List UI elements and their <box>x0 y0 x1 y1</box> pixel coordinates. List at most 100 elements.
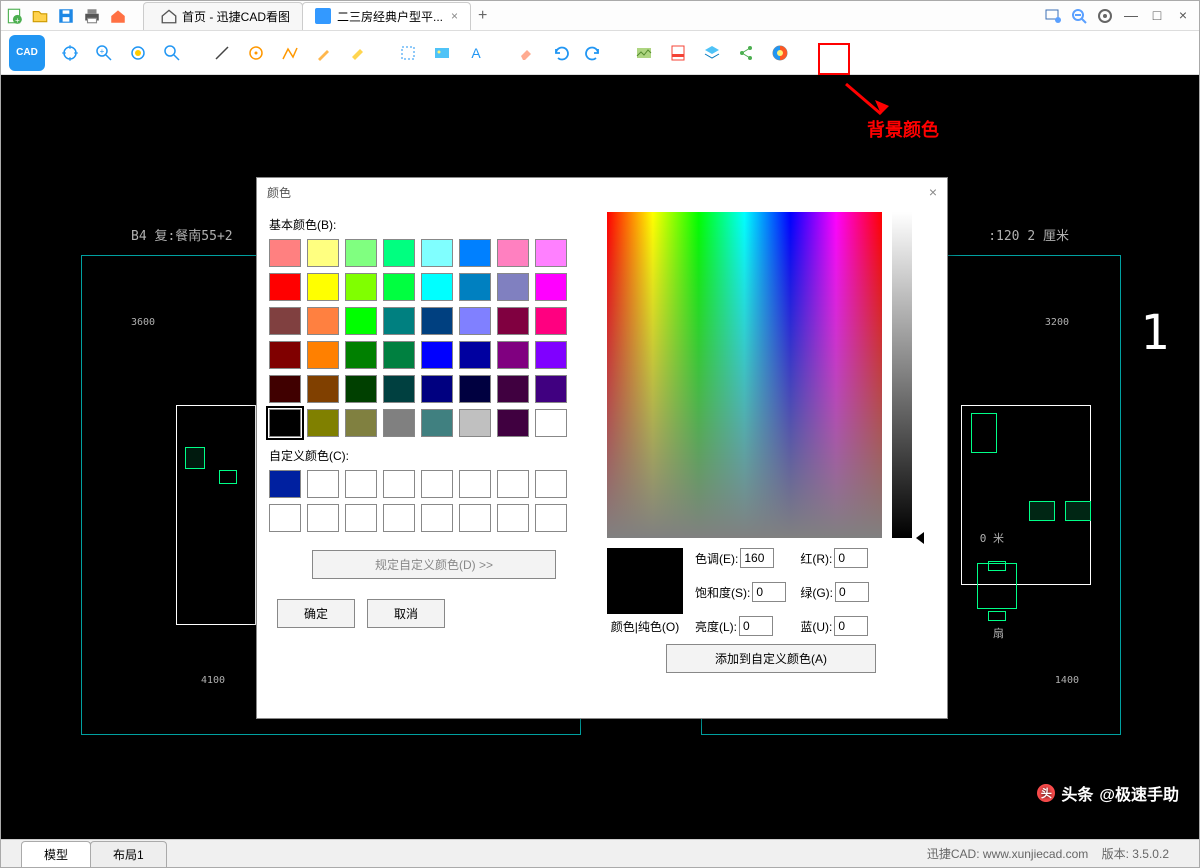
basic-swatch[interactable] <box>421 341 453 369</box>
basic-swatch[interactable] <box>269 341 301 369</box>
basic-swatch[interactable] <box>421 239 453 267</box>
basic-swatch[interactable] <box>307 375 339 403</box>
basic-swatch[interactable] <box>459 375 491 403</box>
basic-swatch[interactable] <box>535 409 567 437</box>
basic-swatch[interactable] <box>345 239 377 267</box>
line-tool-icon[interactable] <box>209 40 235 66</box>
basic-swatch[interactable] <box>535 375 567 403</box>
basic-swatch[interactable] <box>459 409 491 437</box>
sat-input[interactable] <box>752 582 786 602</box>
basic-swatch[interactable] <box>383 273 415 301</box>
basic-swatch[interactable] <box>535 307 567 335</box>
basic-swatch[interactable] <box>345 375 377 403</box>
basic-swatch[interactable] <box>307 409 339 437</box>
luminance-slider[interactable] <box>892 212 912 538</box>
custom-swatch[interactable] <box>307 504 339 532</box>
hue-input[interactable] <box>740 548 774 568</box>
bg-color-icon[interactable] <box>767 40 793 66</box>
export-pdf-icon[interactable] <box>665 40 691 66</box>
dialog-close-icon[interactable]: × <box>929 184 937 200</box>
basic-swatch[interactable] <box>345 409 377 437</box>
basic-swatch[interactable] <box>269 239 301 267</box>
save-icon[interactable] <box>57 7 75 25</box>
tab-home[interactable]: 首页 - 迅捷CAD看图 <box>143 2 303 30</box>
basic-swatch[interactable] <box>383 239 415 267</box>
custom-swatch[interactable] <box>421 504 453 532</box>
layers-icon[interactable] <box>699 40 725 66</box>
monitor-icon[interactable] <box>1045 8 1061 24</box>
basic-swatch[interactable] <box>459 239 491 267</box>
basic-swatch[interactable] <box>421 409 453 437</box>
settings-icon[interactable] <box>1097 8 1113 24</box>
basic-swatch[interactable] <box>345 341 377 369</box>
basic-swatch[interactable] <box>421 307 453 335</box>
basic-swatch[interactable] <box>345 273 377 301</box>
custom-swatch[interactable] <box>535 504 567 532</box>
custom-swatch[interactable] <box>459 504 491 532</box>
pan-tool-icon[interactable] <box>57 40 83 66</box>
green-input[interactable] <box>835 582 869 602</box>
basic-swatch[interactable] <box>421 375 453 403</box>
custom-swatch[interactable] <box>383 470 415 498</box>
circle-measure-icon[interactable] <box>243 40 269 66</box>
basic-swatch[interactable] <box>497 341 529 369</box>
basic-swatch[interactable] <box>383 341 415 369</box>
export-image-icon[interactable] <box>631 40 657 66</box>
lum-input[interactable] <box>739 616 773 636</box>
brush-tool-icon[interactable] <box>311 40 337 66</box>
custom-swatch[interactable] <box>535 470 567 498</box>
layout1-tab[interactable]: 布局1 <box>90 841 167 867</box>
basic-swatch[interactable] <box>269 273 301 301</box>
basic-swatch[interactable] <box>383 409 415 437</box>
zoom-extent-icon[interactable] <box>125 40 151 66</box>
basic-swatch[interactable] <box>459 307 491 335</box>
basic-swatch[interactable] <box>307 273 339 301</box>
add-to-custom-button[interactable]: 添加到自定义颜色(A) <box>666 644 876 673</box>
basic-swatch[interactable] <box>497 409 529 437</box>
basic-swatch[interactable] <box>421 273 453 301</box>
basic-swatch[interactable] <box>307 341 339 369</box>
basic-swatch[interactable] <box>497 375 529 403</box>
minimize-button[interactable]: — <box>1123 8 1139 24</box>
basic-swatch[interactable] <box>307 307 339 335</box>
basic-swatch[interactable] <box>307 239 339 267</box>
basic-swatch[interactable] <box>269 307 301 335</box>
model-tab[interactable]: 模型 <box>21 841 91 867</box>
basic-swatch[interactable] <box>497 273 529 301</box>
custom-swatch[interactable] <box>269 470 301 498</box>
home-pic-icon[interactable] <box>109 7 127 25</box>
basic-swatch[interactable] <box>535 239 567 267</box>
tab-close-icon[interactable]: × <box>451 9 458 23</box>
custom-swatch[interactable] <box>421 470 453 498</box>
text-tool-icon[interactable]: A <box>463 40 489 66</box>
custom-swatch[interactable] <box>269 504 301 532</box>
basic-swatch[interactable] <box>497 239 529 267</box>
highlight-tool-icon[interactable] <box>345 40 371 66</box>
zoom-out-icon[interactable] <box>1071 8 1087 24</box>
color-spectrum[interactable] <box>607 212 882 538</box>
basic-swatch[interactable] <box>345 307 377 335</box>
basic-swatch[interactable] <box>269 409 301 437</box>
close-button[interactable]: × <box>1175 8 1191 24</box>
polyline-tool-icon[interactable] <box>277 40 303 66</box>
basic-swatch[interactable] <box>383 375 415 403</box>
custom-swatch[interactable] <box>497 470 529 498</box>
basic-swatch[interactable] <box>535 341 567 369</box>
basic-swatch[interactable] <box>383 307 415 335</box>
red-input[interactable] <box>834 548 868 568</box>
eraser-tool-icon[interactable] <box>513 40 539 66</box>
ok-button[interactable]: 确定 <box>277 599 355 628</box>
zoom-in-icon[interactable]: + <box>91 40 117 66</box>
custom-swatch[interactable] <box>383 504 415 532</box>
open-icon[interactable] <box>31 7 49 25</box>
basic-swatch[interactable] <box>269 375 301 403</box>
undo-icon[interactable] <box>547 40 573 66</box>
new-icon[interactable]: + <box>5 7 23 25</box>
basic-swatch[interactable] <box>535 273 567 301</box>
select-rect-icon[interactable] <box>395 40 421 66</box>
custom-swatch[interactable] <box>345 470 377 498</box>
image-tool-icon[interactable] <box>429 40 455 66</box>
redo-icon[interactable] <box>581 40 607 66</box>
basic-swatch[interactable] <box>497 307 529 335</box>
define-custom-button[interactable]: 规定自定义颜色(D) >> <box>312 550 556 579</box>
